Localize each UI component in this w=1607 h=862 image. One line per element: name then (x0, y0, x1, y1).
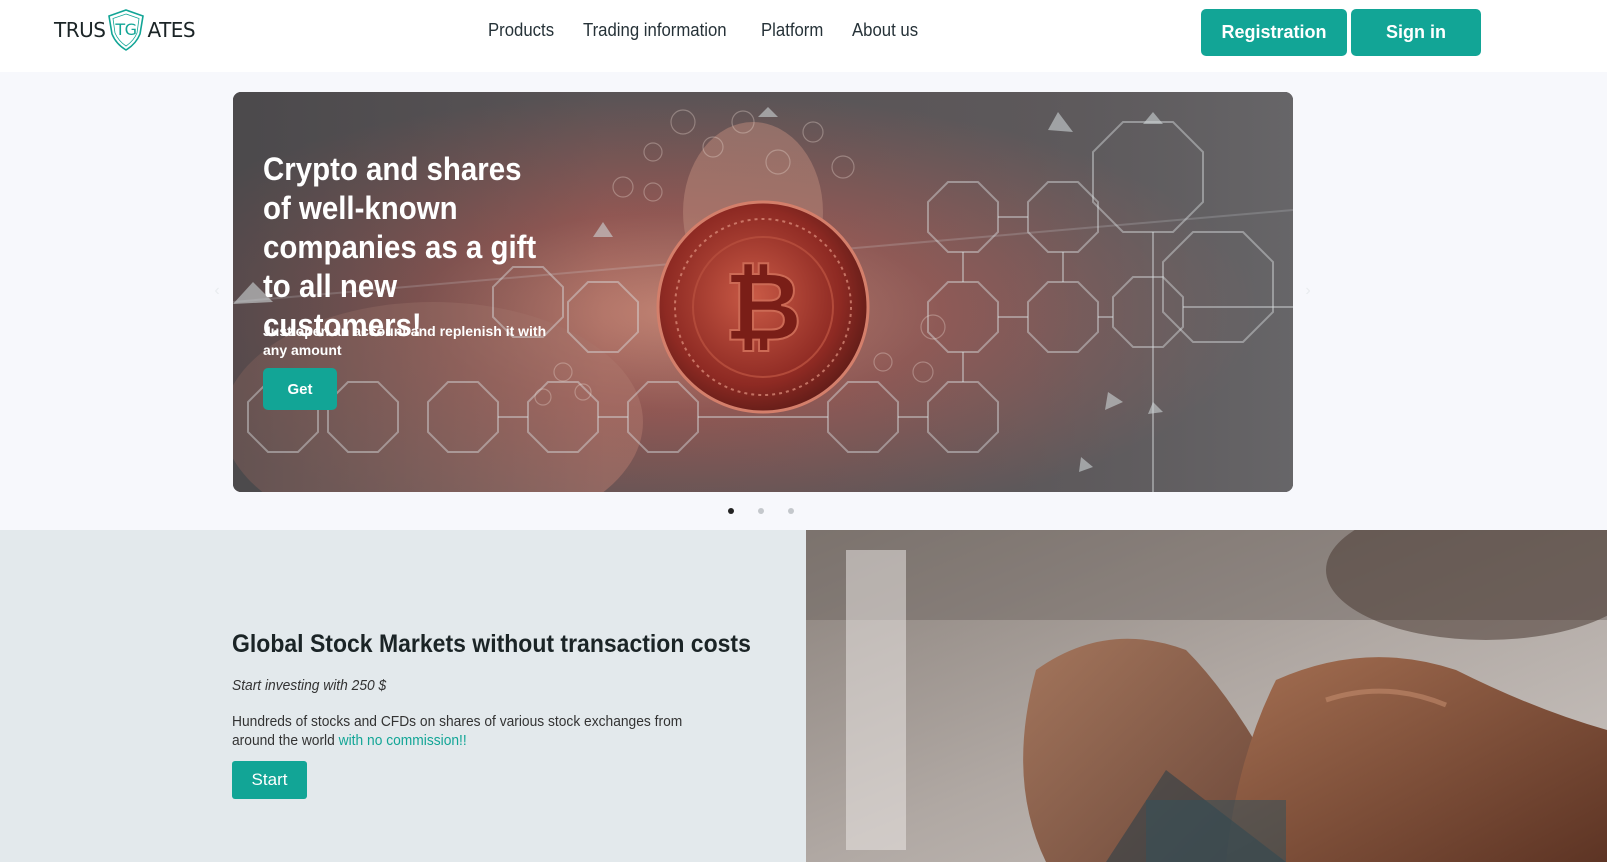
site-header: TRUS TG ATES Products Trading informatio… (0, 0, 1607, 72)
sign-in-button[interactable]: Sign in (1351, 9, 1481, 56)
slider-dot-3[interactable] (788, 508, 794, 514)
start-button[interactable]: Start (232, 761, 307, 799)
registration-button[interactable]: Registration (1201, 9, 1347, 56)
feature-tagline: Start investing with 250 $ (232, 677, 387, 694)
slider-pagination (728, 508, 794, 514)
feature-description: Hundreds of stocks and CFDs on shares of… (232, 712, 720, 750)
main-nav: Products Trading information Platform Ab… (488, 20, 924, 41)
nav-products[interactable]: Products (488, 20, 554, 41)
nav-about-us[interactable]: About us (852, 20, 918, 41)
bitcoin-coin: ₿ (656, 200, 870, 414)
logo-mark: TG (115, 20, 137, 39)
nav-trading-information[interactable]: Trading information (583, 20, 727, 41)
slider-dot-2[interactable] (758, 508, 764, 514)
svg-text:₿: ₿ (724, 251, 802, 363)
feature-title: Global Stock Markets without transaction… (232, 630, 751, 658)
shield-logo-icon: TG (108, 9, 145, 51)
logo-text-left: TRUS (54, 18, 106, 42)
get-button[interactable]: Get (263, 368, 337, 410)
typing-hands-image (806, 530, 1607, 862)
typing-hands-photo (806, 530, 1607, 862)
chevron-right-icon[interactable]: › (1300, 283, 1316, 299)
slide-title: Crypto and shares of well-known companie… (263, 151, 537, 343)
stock-markets-section: Global Stock Markets without transaction… (0, 530, 806, 862)
slider-dot-1[interactable] (728, 508, 734, 514)
logo-text-right: ATES (147, 18, 196, 42)
promo-slide: ₿ Crypto and shares of well-known compan… (233, 92, 1293, 492)
feature-highlight: with no commission!! (338, 732, 467, 749)
chevron-left-icon[interactable]: ‹ (209, 283, 225, 299)
nav-platform[interactable]: Platform (761, 20, 823, 41)
slide-subtitle: Just open an account and replenish it wi… (263, 323, 547, 358)
trustgates-logo[interactable]: TRUS TG ATES (54, 8, 196, 52)
